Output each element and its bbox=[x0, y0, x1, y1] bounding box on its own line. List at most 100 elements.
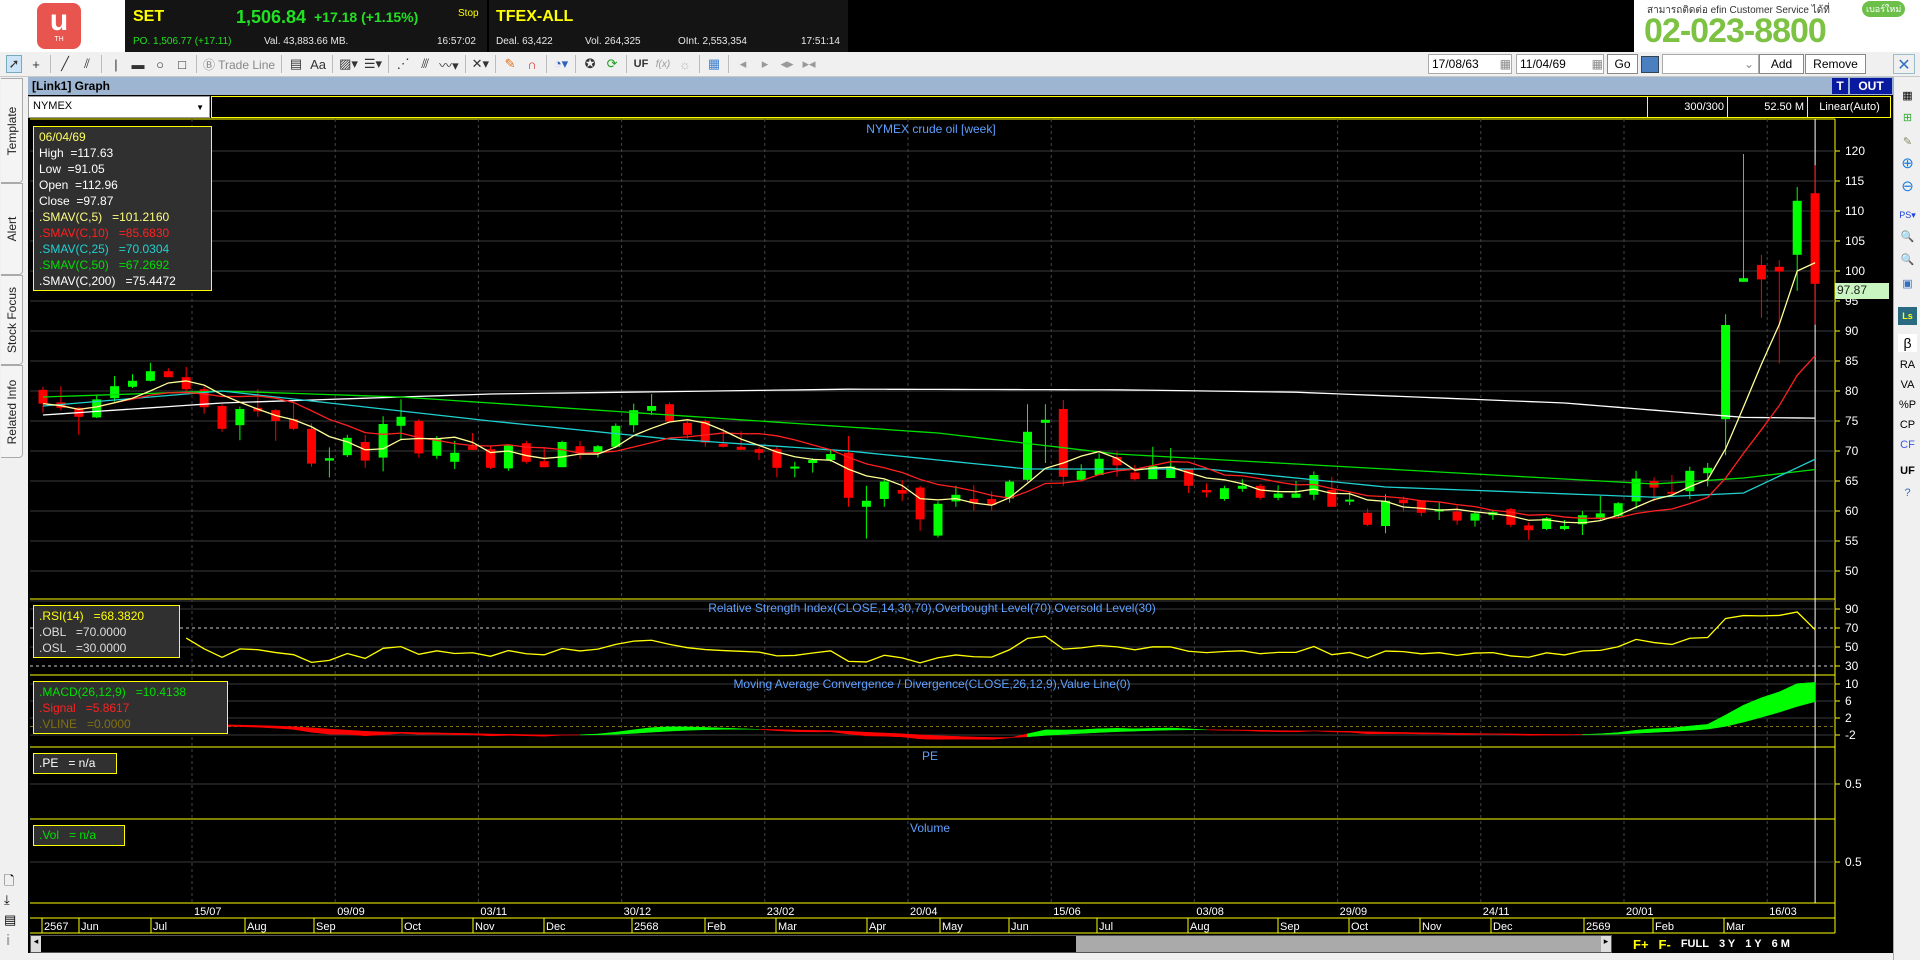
zoom-in-button[interactable]: F+ bbox=[1633, 937, 1649, 952]
horizontal-scrollbar[interactable]: ◂ ▸ bbox=[30, 935, 1612, 953]
add-chart-icon[interactable]: ⊞ bbox=[1898, 109, 1917, 127]
ohlc-info-box: 06/04/69 High =117.63 Low =91.05 Open =112.… bbox=[33, 126, 212, 291]
price-axis-label: 80 bbox=[1845, 384, 1859, 398]
price-axis-label: 100 bbox=[1845, 264, 1865, 278]
va-button[interactable]: VA bbox=[1898, 376, 1917, 394]
month-tick-label: Feb bbox=[1655, 921, 1674, 933]
macd-histogram-segment bbox=[1617, 729, 1637, 735]
date-tick-label: 09/09 bbox=[337, 906, 365, 918]
candle-body bbox=[861, 500, 871, 507]
macd-axis-label: -2 bbox=[1845, 728, 1856, 742]
ls-icon[interactable]: Ls bbox=[1898, 307, 1917, 325]
macd-histogram-segment bbox=[615, 729, 634, 735]
info-sma50: .SMAV(C,50) =67.2692 bbox=[39, 258, 170, 272]
price-axis-label: 60 bbox=[1845, 504, 1859, 518]
macd-title: Moving Average Convergence / Divergence(… bbox=[733, 677, 1131, 691]
candle-body bbox=[1756, 265, 1766, 280]
macd-histogram-segment bbox=[1009, 733, 1028, 739]
ps-icon[interactable]: PS▾ bbox=[1898, 206, 1917, 224]
info-sma5: .SMAV(C,5) =101.2160 bbox=[39, 210, 170, 224]
info-high: High =117.63 bbox=[39, 146, 114, 160]
candle-body bbox=[521, 443, 531, 462]
candle-body bbox=[718, 443, 728, 447]
table-icon[interactable]: ▦ bbox=[1898, 87, 1917, 105]
macd-histogram-segment bbox=[1635, 728, 1655, 734]
macd-histogram-segment bbox=[1761, 691, 1780, 718]
zoom-minus-icon[interactable]: ⊖ bbox=[1898, 178, 1917, 196]
cp-button[interactable]: CP bbox=[1898, 416, 1917, 434]
candle-body bbox=[1291, 493, 1301, 498]
candle-body bbox=[897, 490, 907, 494]
macd-histogram-segment bbox=[311, 727, 330, 735]
candle-body bbox=[1219, 488, 1229, 499]
scrollbar-thumb[interactable] bbox=[1076, 936, 1601, 952]
macd-histogram-segment bbox=[633, 727, 652, 734]
ra-button[interactable]: RA bbox=[1898, 356, 1917, 374]
candle-body bbox=[1255, 485, 1265, 498]
magnify-minus-icon[interactable]: 🔍 bbox=[1898, 251, 1917, 269]
edit-icon[interactable]: ✎ bbox=[1898, 133, 1917, 151]
macd-histogram-segment bbox=[705, 727, 724, 730]
zoom-out-button[interactable]: F- bbox=[1659, 937, 1671, 952]
macd-value: .MACD(26,12,9) =10.4138 bbox=[39, 685, 187, 699]
macd-histogram-segment bbox=[1779, 683, 1798, 713]
month-tick-label: Aug bbox=[1190, 921, 1210, 933]
macd-histogram-segment bbox=[919, 734, 939, 740]
macd-histogram-segment bbox=[1116, 728, 1136, 732]
info-sma10: .SMAV(C,10) =85.6830 bbox=[39, 226, 170, 240]
candle-body bbox=[539, 461, 549, 468]
macd-histogram-segment bbox=[454, 733, 473, 736]
window-icon[interactable]: ▣ bbox=[1898, 275, 1917, 293]
volume-title: Volume bbox=[909, 821, 951, 835]
range-full-button[interactable]: FULL bbox=[1681, 938, 1709, 950]
candle-body bbox=[1345, 499, 1355, 502]
candle-body bbox=[1381, 500, 1390, 526]
magnify-plus-icon[interactable]: 🔍 bbox=[1898, 228, 1917, 246]
macd-histogram-segment bbox=[1152, 727, 1171, 731]
range-3y-button[interactable]: 3 Y bbox=[1719, 938, 1735, 950]
beta-button[interactable]: β bbox=[1898, 334, 1917, 352]
month-tick-label: Sep bbox=[1280, 921, 1300, 933]
candle-body bbox=[1237, 485, 1247, 489]
rsi-axis-label: 70 bbox=[1845, 621, 1859, 635]
info-close: Close =97.87 bbox=[39, 194, 114, 208]
month-tick-label: Oct bbox=[404, 921, 421, 933]
macd-histogram-segment bbox=[669, 726, 688, 732]
date-tick-label: 16/03 bbox=[1769, 906, 1797, 918]
month-tick-label: Nov bbox=[1422, 921, 1442, 933]
price-axis-label: 55 bbox=[1845, 534, 1859, 548]
scroll-left-arrow-icon[interactable]: ◂ bbox=[31, 936, 41, 952]
help-icon[interactable]: ? bbox=[1898, 484, 1917, 502]
macd-histogram-segment bbox=[1707, 714, 1726, 730]
range-6m-button[interactable]: 6 M bbox=[1772, 938, 1790, 950]
macd-histogram-segment bbox=[1170, 727, 1189, 731]
macd-histogram-segment bbox=[1725, 704, 1744, 727]
date-tick-label: 24/11 bbox=[1483, 906, 1510, 918]
macd-histogram-segment bbox=[1349, 731, 1368, 735]
range-1y-button[interactable]: 1 Y bbox=[1745, 938, 1761, 950]
candle-body bbox=[145, 371, 155, 381]
macd-info-box: .MACD(26,12,9) =10.4138 .Signal =5.8617 .V… bbox=[33, 681, 228, 734]
macd-histogram-segment bbox=[1474, 733, 1494, 735]
percent-p-button[interactable]: %P bbox=[1898, 396, 1917, 414]
uf-button[interactable]: UF bbox=[1898, 462, 1917, 480]
macd-histogram-segment bbox=[973, 736, 992, 740]
macd-axis-label: 2 bbox=[1845, 711, 1852, 725]
candle-body bbox=[826, 454, 836, 460]
date-tick-label: 15/07 bbox=[194, 906, 222, 918]
chart-title: NYMEX crude oil [week] bbox=[866, 122, 996, 136]
date-tick-label: 30/12 bbox=[624, 906, 652, 918]
cf-button[interactable]: CF bbox=[1898, 436, 1917, 454]
scroll-right-arrow-icon[interactable]: ▸ bbox=[1601, 936, 1611, 952]
zoom-plus-icon[interactable]: ⊕ bbox=[1898, 155, 1917, 173]
macd-histogram-segment bbox=[1385, 731, 1404, 734]
volume-axis-label: 0.5 bbox=[1845, 855, 1862, 869]
candle-body bbox=[1810, 193, 1820, 284]
macd-histogram-segment bbox=[722, 727, 742, 730]
macd-histogram-segment bbox=[866, 731, 885, 737]
candle-body bbox=[808, 460, 818, 463]
macd-histogram-segment bbox=[794, 729, 813, 733]
candle-body bbox=[1058, 409, 1068, 477]
macd-histogram-segment bbox=[1403, 732, 1422, 735]
macd-axis-label: 10 bbox=[1845, 677, 1859, 691]
